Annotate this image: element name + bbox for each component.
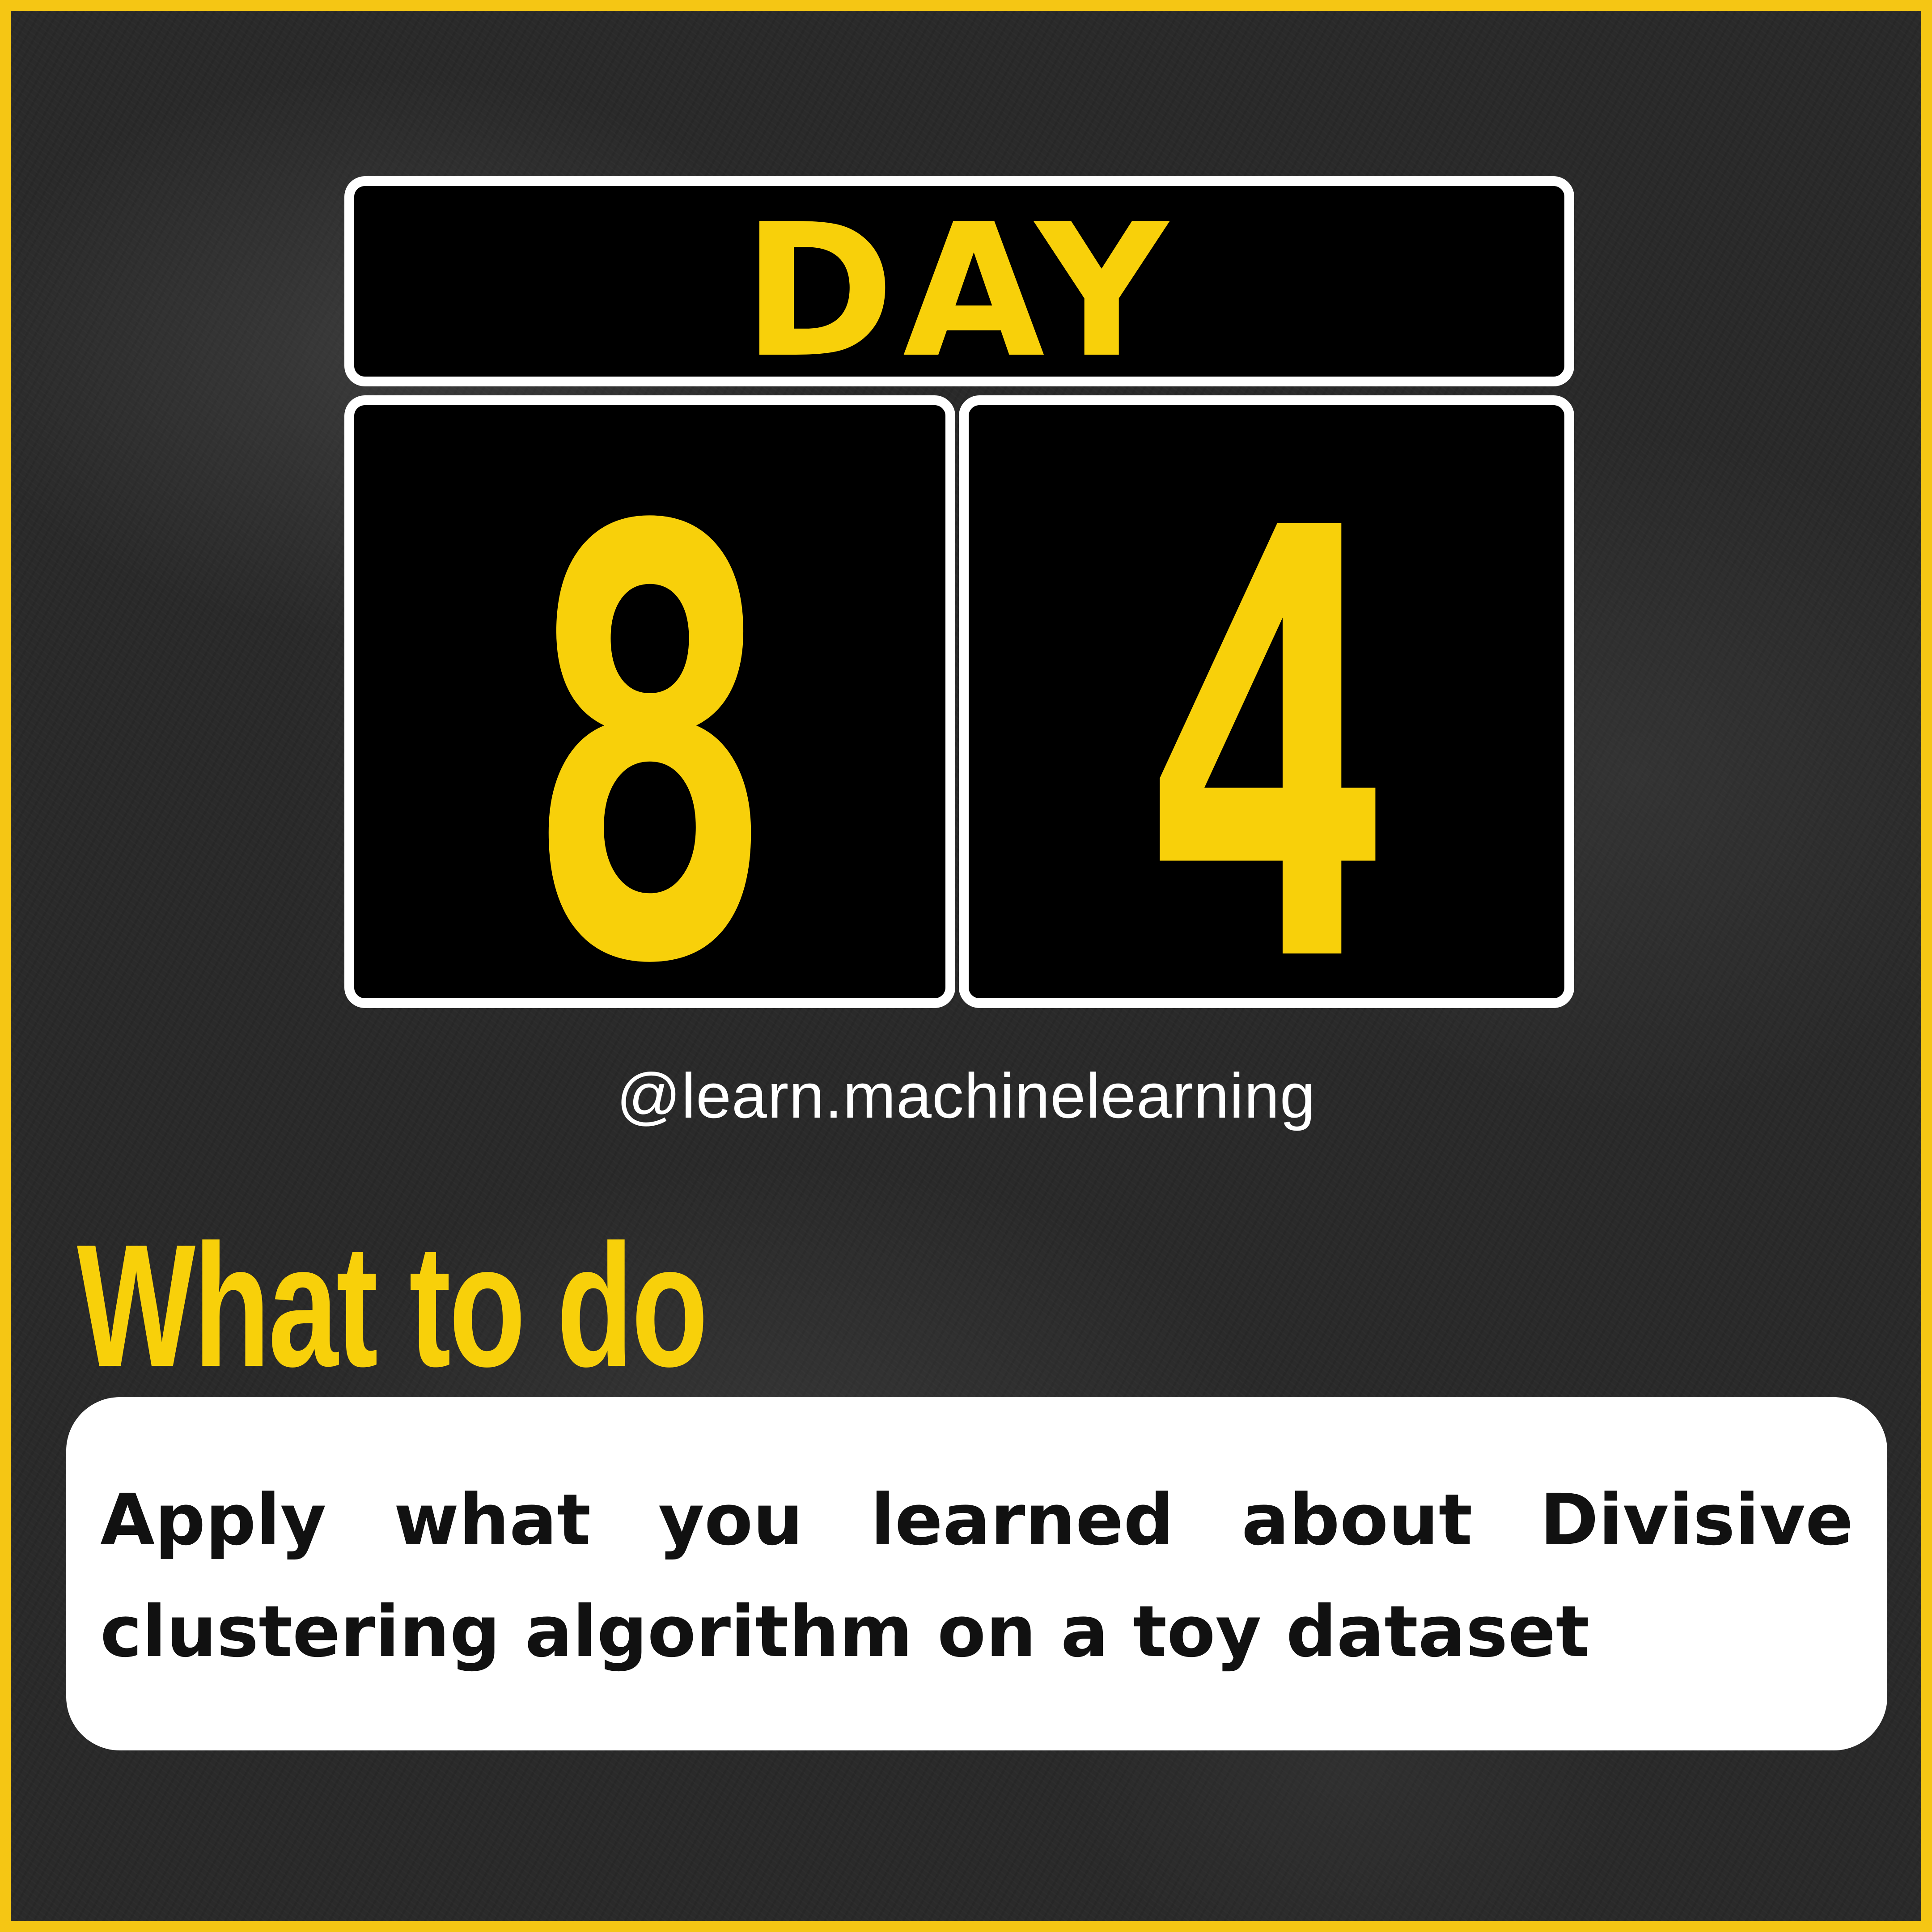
day-label: DAY	[742, 184, 1176, 398]
day-panel: DAY	[344, 176, 1574, 386]
task-card: Apply what you learned about Divisive cl…	[66, 1397, 1887, 1750]
task-description: Apply what you learned about Divisive cl…	[100, 1479, 1853, 1673]
digit-panel-ones: 4	[959, 395, 1574, 1045]
day-digit-ones: 4	[1138, 406, 1395, 1093]
section-heading: What to do	[77, 1208, 708, 1403]
day-digit-tens: 8	[521, 406, 778, 1093]
post-canvas: DAY 8 4 @learn.machinelearning What to d…	[0, 0, 1932, 1932]
digit-panel-tens: 8	[344, 395, 955, 1045]
account-handle: @learn.machinelearning	[616, 1060, 1316, 1131]
